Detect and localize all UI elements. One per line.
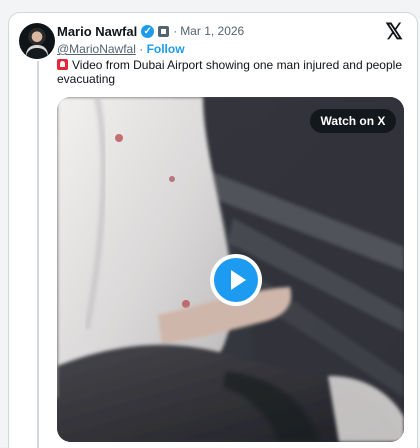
subline-separator: · (139, 42, 144, 56)
x-logo-icon[interactable]: 𝕏 (385, 21, 403, 43)
verified-badge-icon: ✓ (141, 24, 155, 38)
play-icon[interactable] (214, 258, 258, 302)
siren-icon (57, 59, 68, 70)
post-header: Mario Nawfal ✓ · Mar 1, 2026 𝕏 (57, 21, 407, 43)
header-separator: · (173, 24, 178, 38)
embedded-post-frame: Mario Nawfal ✓ · Mar 1, 2026 𝕏 @MarioNaw… (0, 0, 420, 448)
post-date[interactable]: Mar 1, 2026 (180, 24, 244, 38)
thread-line (37, 61, 39, 448)
author-handle-link[interactable]: @MarioNawfal (57, 42, 136, 56)
author-subline: @MarioNawfal · Follow (57, 42, 185, 58)
post-body-text: Video from Dubai Airport showing one man… (57, 58, 402, 86)
watch-on-x-button[interactable]: Watch on X (310, 109, 396, 133)
post-card: Mario Nawfal ✓ · Mar 1, 2026 𝕏 @MarioNaw… (8, 12, 418, 448)
affiliation-badge-icon (158, 25, 170, 37)
video-preview[interactable]: Watch on X (57, 97, 404, 442)
author-name[interactable]: Mario Nawfal (57, 24, 137, 39)
follow-link[interactable]: Follow (147, 42, 185, 56)
post-text: Video from Dubai Airport showing one man… (57, 58, 407, 86)
author-avatar[interactable] (19, 23, 55, 59)
